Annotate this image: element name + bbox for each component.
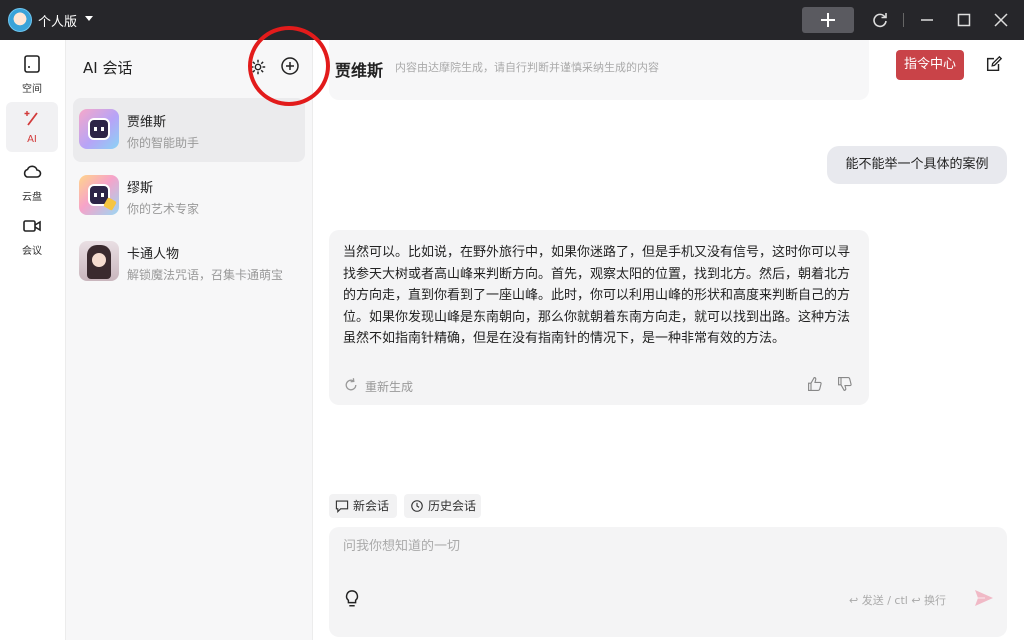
edit-icon[interactable] [985,55,1003,73]
new-chat-button[interactable]: 新会话 [329,494,397,518]
session-panel: AI 会话 贾维斯 你的智能助手 缪斯 你的艺术专家 卡通人物 解锁魔法咒语，召… [66,40,313,640]
chat-icon [335,500,349,513]
nav-item-space[interactable]: 空间 [6,48,58,98]
history-button[interactable]: 历史会话 [404,494,481,518]
left-nav: 空间 AI 云盘 会议 [0,40,66,640]
session-desc: 你的艺术专家 [127,202,200,216]
send-icon[interactable] [973,587,995,609]
minimize-icon[interactable] [917,10,937,30]
plan-selector[interactable]: 个人版 [38,11,77,30]
add-button[interactable] [802,7,854,33]
send-hint: ↩ 发送 / ctl ↩ 换行 [849,594,947,607]
video-icon [23,220,41,232]
thumbs-down-icon[interactable] [837,376,853,392]
session-name: 缪斯 [127,181,154,196]
thumbs-up-icon[interactable] [807,376,823,392]
history-icon [411,500,423,512]
ai-message-text: 当然可以。比如说，在野外旅行中，如果你迷路了，但是手机又没有信号，这时你可以寻找… [343,245,851,346]
titlebar-divider [903,13,904,27]
space-icon [24,55,40,73]
disclaimer: 内容由达摩院生成，请自行判断并谨慎采纳生成的内容 [395,61,659,74]
chat-input-box: ↩ 发送 / ctl ↩ 换行 [329,527,1007,637]
art-avatar-icon [79,175,119,215]
session-name: 卡通人物 [127,247,180,262]
robot-avatar-icon [79,109,119,149]
chat-area: 贾维斯 内容由达摩院生成，请自行判断并谨慎采纳生成的内容 指令中心 能不能举一个… [313,40,1024,640]
history-label: 历史会话 [428,499,477,513]
nav-label: 会议 [22,246,42,257]
session-item-jarvis[interactable]: 贾维斯 你的智能助手 [73,98,305,162]
new-chat-label: 新会话 [353,499,390,513]
ai-message-bubble: 当然可以。比如说，在野外旅行中，如果你迷路了，但是手机又没有信号，这时你可以寻找… [329,230,869,405]
nav-item-meeting[interactable]: 会议 [6,210,58,260]
highlight-circle [248,26,330,106]
cartoon-avatar-icon [79,241,119,281]
cloud-icon [23,165,42,178]
user-avatar[interactable] [8,8,32,32]
ai-wand-icon [24,111,38,126]
session-name: 贾维斯 [127,115,167,130]
regenerate-icon [345,378,357,391]
nav-item-cloud[interactable]: 云盘 [6,156,58,206]
close-icon[interactable] [991,10,1011,30]
nav-label: 云盘 [22,192,42,203]
assistant-name: 贾维斯 [335,61,384,80]
chat-input[interactable] [343,539,943,554]
caret-down-icon[interactable] [85,16,93,21]
regenerate-button[interactable]: 重新生成 [343,377,413,396]
lightbulb-icon[interactable] [343,589,361,609]
maximize-icon[interactable] [954,10,974,30]
session-desc: 解锁魔法咒语，召集卡通萌宝 [127,268,284,282]
user-message: 能不能举一个具体的案例 [827,146,1007,184]
title-bar: 个人版 [0,0,1024,40]
session-desc: 你的智能助手 [127,136,200,150]
session-item-cartoon[interactable]: 卡通人物 解锁魔法咒语，召集卡通萌宝 [73,230,305,294]
session-item-muse[interactable]: 缪斯 你的艺术专家 [73,164,305,228]
nav-label: AI [27,134,37,145]
command-center-button[interactable]: 指令中心 [896,50,964,80]
panel-title: AI 会话 [83,59,133,77]
refresh-icon[interactable] [870,10,890,30]
nav-item-ai[interactable]: AI [6,102,58,152]
nav-label: 空间 [22,84,42,95]
regenerate-label: 重新生成 [365,380,414,394]
